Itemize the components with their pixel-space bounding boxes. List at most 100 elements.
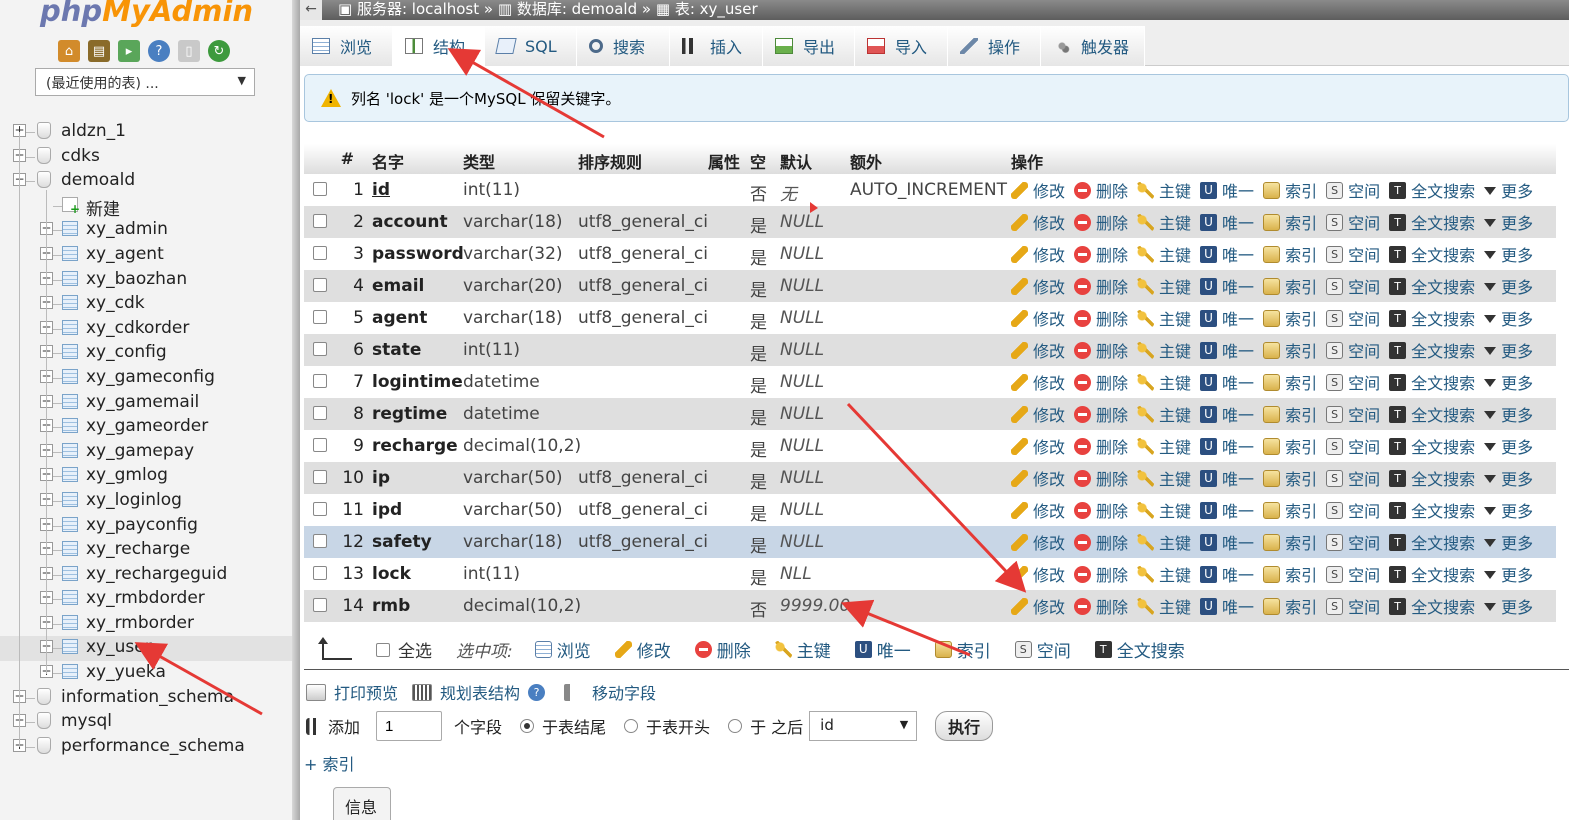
sidebar-item-xy_gameorder[interactable]: +xy_gameorder [0,415,292,440]
primary-action[interactable]: 主键 [1137,210,1191,234]
tree-item-label[interactable]: xy_gmlog [86,465,168,485]
spatial-action[interactable]: S 空间 [1326,562,1380,586]
tree-item-label[interactable]: cdks [61,146,100,166]
edit-action[interactable]: 修改 [1011,274,1065,298]
check-all-checkbox[interactable] [376,642,390,657]
fulltext-action[interactable]: T 全文搜索 [1389,498,1475,522]
home-icon[interactable]: ⌂ [58,40,80,62]
at-start-label[interactable]: 于表开头 [646,714,710,738]
unique-action[interactable]: U 唯一 [1200,402,1254,426]
edit-action[interactable]: 修改 [1011,530,1065,554]
exit-icon[interactable]: ▤ [88,40,110,62]
more-action[interactable]: 更多 [1484,370,1533,394]
more-action[interactable]: 更多 [1484,498,1533,522]
sidebar-item-xy_cdkorder[interactable]: +xy_cdkorder [0,317,292,342]
tab-insert[interactable]: 插入 [670,26,763,66]
table-row[interactable]: 2 account varchar(18) utf8_general_ci 是 NULL 修… [304,206,1556,238]
tab-export[interactable]: 导出 [763,26,855,66]
drop-action[interactable]: 删除 [1074,434,1128,458]
header-name[interactable]: 名字 [372,149,404,173]
unique-action[interactable]: U 唯一 [1200,498,1254,522]
spatial-action[interactable]: S 空间 [1326,370,1380,394]
table-row[interactable]: 3 password varchar(32) utf8_general_ci 是 NULL… [304,238,1556,270]
bulk-browse-button[interactable]: 浏览 [534,637,591,662]
breadcrumb-database[interactable]: 数据库: demoald [517,0,637,18]
primary-action[interactable]: 主键 [1137,370,1191,394]
fulltext-action[interactable]: T 全文搜索 [1389,434,1475,458]
tree-item-label[interactable]: xy_gamemail [86,392,199,412]
unique-action[interactable]: U 唯一 [1200,242,1254,266]
unique-action[interactable]: U 唯一 [1200,178,1254,202]
bulk-spatial-button[interactable]: S 空间 [1014,637,1071,662]
table-row[interactable]: 6 state int(11) 是 NULL 修改 删除 主键 U 唯一 索引 S 空间 T 全文搜索 更多 [304,334,1556,366]
fulltext-action[interactable]: T 全文搜索 [1389,402,1475,426]
primary-action[interactable]: 主键 [1137,562,1191,586]
tab-triggers[interactable]: 触发器 [1041,26,1145,66]
column-name[interactable]: id [372,180,390,200]
sidebar-item-xy_recharge[interactable]: +xy_recharge [0,538,292,563]
unique-action[interactable]: U 唯一 [1200,594,1254,618]
edit-action[interactable]: 修改 [1011,338,1065,362]
tab-browse[interactable]: 浏览 [300,26,393,66]
fulltext-action[interactable]: T 全文搜索 [1389,274,1475,298]
bulk-primary-button[interactable]: 主键 [774,637,831,662]
more-action[interactable]: 更多 [1484,178,1533,202]
spatial-action[interactable]: S 空间 [1326,306,1380,330]
edit-action[interactable]: 修改 [1011,434,1065,458]
fulltext-action[interactable]: T 全文搜索 [1389,466,1475,490]
unique-action[interactable]: U 唯一 [1200,274,1254,298]
tree-item-label[interactable]: 新建 [86,195,120,220]
index-action[interactable]: 索引 [1263,306,1317,330]
unique-action[interactable]: U 唯一 [1200,530,1254,554]
tree-item-label[interactable]: information_schema [61,687,234,707]
tree-item-label[interactable]: xy_baozhan [86,269,187,289]
drop-action[interactable]: 删除 [1074,370,1128,394]
primary-action[interactable]: 主键 [1137,466,1191,490]
drop-action[interactable]: 删除 [1074,242,1128,266]
more-action[interactable]: 更多 [1484,338,1533,362]
print-view-link[interactable]: 打印预览 [306,680,398,704]
check-all[interactable]: 全选 [376,637,432,662]
sidebar-item-xy_gameconfig[interactable]: +xy_gameconfig [0,366,292,391]
edit-action[interactable]: 修改 [1011,370,1065,394]
sidebar-item-xy_admin[interactable]: +xy_admin [0,218,292,243]
drop-action[interactable]: 删除 [1074,306,1128,330]
bulk-edit-button[interactable]: 修改 [614,637,671,662]
edit-action[interactable]: 修改 [1011,210,1065,234]
fulltext-action[interactable]: T 全文搜索 [1389,370,1475,394]
table-row[interactable]: 10 ip varchar(50) utf8_general_ci 是 NULL 修改 删除 主… [304,462,1556,494]
tree-item-label[interactable]: performance_schema [61,736,245,756]
tree-db-cdks[interactable]: +cdks [0,145,292,170]
edit-action[interactable]: 修改 [1011,178,1065,202]
table-row[interactable]: 4 email varchar(20) utf8_general_ci 是 NULL 修改 删… [304,270,1556,302]
tree-item-label[interactable]: xy_gameconfig [86,367,215,387]
tree-item-label[interactable]: xy_rmborder [86,613,194,633]
move-columns-link[interactable]: 移动字段 [564,680,656,704]
spatial-action[interactable]: S 空间 [1326,242,1380,266]
spatial-action[interactable]: S 空间 [1326,178,1380,202]
sidebar-resizer[interactable] [292,0,300,820]
at-start-radio[interactable] [624,719,639,733]
spatial-action[interactable]: S 空间 [1326,210,1380,234]
spatial-action[interactable]: S 空间 [1326,402,1380,426]
bulk-drop-button[interactable]: 删除 [694,637,751,662]
index-action[interactable]: 索引 [1263,242,1317,266]
sidebar-item-xy_baozhan[interactable]: +xy_baozhan [0,268,292,293]
tree-item-label[interactable]: xy_admin [86,219,168,239]
edit-action[interactable]: 修改 [1011,306,1065,330]
at-end-label[interactable]: 于表结尾 [542,714,606,738]
table-row[interactable]: 8 regtime datetime 是 NULL 修改 删除 主键 U 唯一 索引 S 空间 T 全文搜索… [304,398,1556,430]
reload-icon[interactable]: ↻ [208,40,230,62]
sidebar-item-xy_rechargeguid[interactable]: +xy_rechargeguid [0,563,292,588]
tree-item-label[interactable]: xy_cdkorder [86,318,189,338]
drop-action[interactable]: 删除 [1074,210,1128,234]
tree-db-demoald[interactable]: −demoald [0,169,292,194]
drop-action[interactable]: 删除 [1074,338,1128,362]
primary-action[interactable]: 主键 [1137,178,1191,202]
index-action[interactable]: 索引 [1263,562,1317,586]
index-action[interactable]: 索引 [1263,210,1317,234]
tree-item-label[interactable]: xy_rmbdorder [86,588,205,608]
edit-action[interactable]: 修改 [1011,562,1065,586]
bulk-unique-button[interactable]: U 唯一 [854,637,911,662]
tree-new-table[interactable]: 新建 [0,194,292,220]
